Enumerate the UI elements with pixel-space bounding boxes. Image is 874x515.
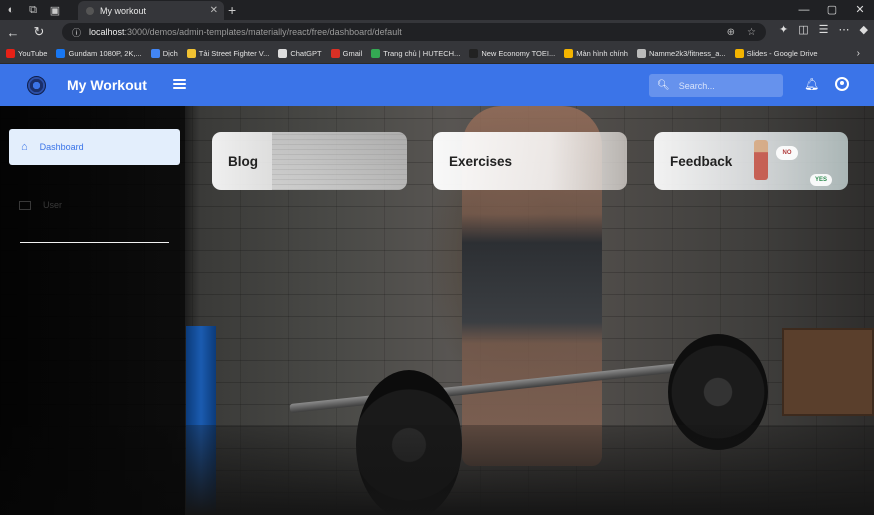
- bookmark-item[interactable]: Namme2k3/fitness_a...: [636, 49, 726, 58]
- app-header: My Workout 🔍︎ 🔔︎: [0, 64, 874, 106]
- bookmark-label: Gmail: [342, 49, 363, 58]
- tab-title: My workout: [100, 5, 147, 16]
- bookmark-label: New Economy TOEI...: [481, 49, 556, 58]
- feedback-card[interactable]: NO YES Feedback: [654, 132, 848, 190]
- card-title: Blog: [228, 153, 258, 169]
- bookmark-label: Namme2k3/fitness_a...: [648, 49, 726, 58]
- sidebar-item-user[interactable]: User: [19, 200, 62, 210]
- close-window-icon[interactable]: ✕: [846, 0, 874, 20]
- bookmark-item[interactable]: Slides - Google Drive: [734, 49, 818, 58]
- sidebar: ⌂ Dashboard User: [0, 106, 185, 515]
- url-path: :3000/demos/admin-templates/materially/r…: [124, 27, 402, 37]
- bookmark-item[interactable]: Dịch: [150, 49, 178, 58]
- bookmark-favicon-icon: [278, 49, 288, 58]
- tab-favicon-icon: [86, 6, 94, 15]
- bookmark-item[interactable]: Trang chủ | HUTECH...: [371, 49, 460, 58]
- bookmark-favicon-icon: [564, 49, 574, 58]
- sidebar-item-label: Dashboard: [39, 142, 84, 152]
- bookmark-label: Tải Street Fighter V...: [198, 49, 270, 58]
- app-page: My Workout 🔍︎ 🔔︎ ⌂ Dashboard User Blog E…: [0, 64, 874, 515]
- site-info-icon[interactable]: ⓘ: [72, 26, 81, 39]
- bookmark-item[interactable]: Tải Street Fighter V...: [186, 49, 270, 58]
- bookmark-favicon-icon: [330, 49, 340, 58]
- bookmark-label: ChatGPT: [290, 49, 322, 58]
- search-input[interactable]: [678, 80, 774, 91]
- account-icon[interactable]: [835, 77, 849, 91]
- blog-card[interactable]: Blog: [212, 132, 407, 190]
- bookmarks-overflow-icon[interactable]: ›: [857, 48, 860, 59]
- bookmark-item[interactable]: YouTube: [6, 49, 47, 58]
- bookmark-label: Màn hình chính: [576, 49, 628, 58]
- bookmarks-bar: YouTube Gundam 1080P, 2K,... Dịch Tải Stree…: [0, 44, 874, 64]
- bookmark-item[interactable]: New Economy TOEI...: [469, 49, 555, 58]
- search-icon: 🔍︎: [657, 80, 670, 91]
- feedback-card-image: NO YES: [754, 138, 844, 186]
- sidebar-item-dashboard[interactable]: ⌂ Dashboard: [9, 129, 180, 165]
- bookmark-favicon-icon: [56, 49, 66, 58]
- bookmark-item[interactable]: Gundam 1080P, 2K,...: [56, 49, 142, 58]
- favorite-star-icon[interactable]: ☆: [747, 27, 756, 38]
- address-bar-row: ← ↻ ⓘ localhost :3000/demos/admin-templa…: [0, 20, 874, 44]
- bookmark-favicon-icon: [371, 49, 381, 58]
- back-icon[interactable]: ←: [0, 25, 26, 40]
- bookmark-label: YouTube: [18, 49, 48, 58]
- yes-badge: YES: [810, 174, 832, 186]
- card-title: Feedback: [670, 153, 733, 169]
- more-menu-icon[interactable]: ⋯: [839, 23, 850, 36]
- reload-icon[interactable]: ↻: [26, 24, 52, 40]
- url-host: localhost: [89, 27, 125, 37]
- bookmark-label: Dịch: [162, 49, 178, 58]
- blog-card-image: [272, 132, 407, 190]
- bookmark-item[interactable]: Gmail: [330, 49, 363, 58]
- browser-tab[interactable]: My workout ✕: [78, 1, 224, 20]
- bookmark-item[interactable]: Màn hình chính: [564, 49, 628, 58]
- bookmark-favicon-icon: [469, 49, 479, 58]
- bookmark-label: Slides - Google Drive: [746, 49, 818, 58]
- browser-tab-bar: ◐ ⧉ ▣ My workout ✕ + — ▢ ✕: [0, 0, 874, 20]
- url-field[interactable]: ⓘ localhost :3000/demos/admin-templates/…: [62, 23, 766, 41]
- window-controls: — ▢ ✕: [790, 0, 874, 20]
- bookmark-favicon-icon: [636, 49, 646, 58]
- app-logo-icon: [27, 76, 46, 95]
- copilot-icon[interactable]: ◆: [860, 23, 868, 36]
- sidebar-divider: [20, 242, 169, 243]
- profile-icon[interactable]: ◐: [0, 0, 22, 20]
- bookmark-label: Trang chủ | HUTECH...: [383, 49, 461, 58]
- bookmark-favicon-icon: [6, 49, 15, 58]
- card-title: Exercises: [449, 153, 513, 169]
- user-card-icon: [19, 200, 31, 210]
- home-icon: ⌂: [21, 141, 28, 153]
- bookmark-item[interactable]: ChatGPT: [278, 49, 322, 58]
- zoom-icon[interactable]: ⊕: [727, 27, 735, 38]
- extensions-icon[interactable]: ✦: [779, 23, 788, 36]
- sidebar-item-label: User: [43, 200, 63, 210]
- bookmark-favicon-icon: [186, 49, 196, 58]
- maximize-icon[interactable]: ▢: [818, 0, 846, 20]
- favorites-icon[interactable]: ☰: [819, 23, 829, 36]
- minimize-icon[interactable]: —: [790, 0, 818, 20]
- workspaces-icon[interactable]: ⧉: [22, 0, 44, 20]
- search-box[interactable]: 🔍︎: [649, 74, 783, 97]
- menu-toggle-icon[interactable]: [173, 79, 186, 89]
- notification-bell-icon[interactable]: 🔔︎: [804, 77, 819, 91]
- no-badge: NO: [776, 146, 798, 160]
- bookmark-favicon-icon: [150, 49, 160, 58]
- split-screen-icon[interactable]: ◫: [798, 23, 808, 36]
- tab-actions-icon[interactable]: ▣: [44, 0, 66, 20]
- bookmark-label: Gundam 1080P, 2K,...: [68, 49, 142, 58]
- bookmark-favicon-icon: [734, 49, 744, 58]
- exercises-card[interactable]: Exercises: [433, 132, 627, 190]
- new-tab-icon[interactable]: +: [228, 2, 236, 18]
- close-tab-icon[interactable]: ✕: [210, 5, 218, 16]
- brand-title: My Workout: [67, 77, 147, 93]
